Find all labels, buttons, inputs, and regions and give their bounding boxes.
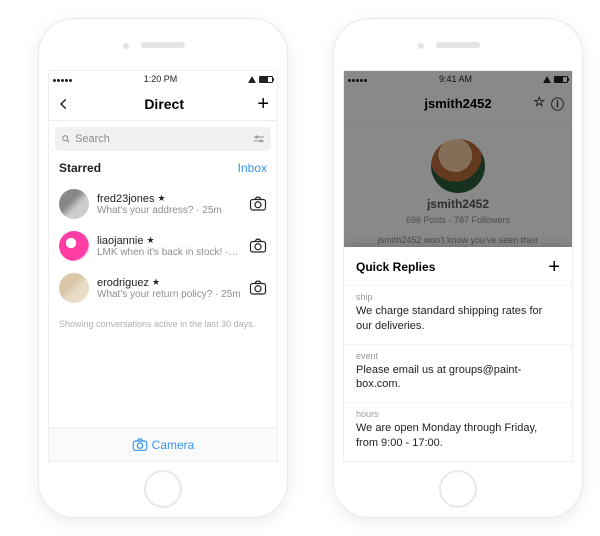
phone-camera-dot bbox=[123, 43, 129, 49]
filter-icon[interactable] bbox=[253, 134, 265, 144]
camera-icon[interactable] bbox=[249, 238, 267, 254]
battery-icon bbox=[259, 76, 273, 83]
quick-reply-shortcut: hours bbox=[356, 409, 560, 419]
camera-icon bbox=[132, 438, 148, 452]
conversation-row[interactable]: liaojannie★ LMK when it's back in stock!… bbox=[49, 225, 277, 267]
inbox-link[interactable]: Inbox bbox=[238, 161, 267, 175]
search-icon bbox=[61, 134, 71, 144]
avatar bbox=[59, 273, 89, 303]
quick-reply-item[interactable]: ship We charge standard shipping rates f… bbox=[344, 285, 572, 344]
quick-reply-item[interactable]: event Please email us at groups@paint-bo… bbox=[344, 344, 572, 403]
compose-icon[interactable]: + bbox=[257, 94, 269, 114]
quick-reply-shortcut: event bbox=[356, 351, 560, 361]
star-icon: ★ bbox=[152, 277, 160, 288]
avatar bbox=[59, 231, 89, 261]
quick-replies-sheet: Quick Replies + ship We charge standard … bbox=[344, 247, 572, 461]
phone-camera-dot bbox=[418, 43, 424, 49]
screen-direct: 1:20 PM Direct + Search Starred Inbox bbox=[48, 70, 278, 462]
home-button[interactable] bbox=[144, 470, 182, 508]
username: fred23jones★ bbox=[97, 193, 241, 205]
status-time: 1:20 PM bbox=[144, 74, 178, 84]
star-icon: ★ bbox=[158, 193, 166, 204]
quick-reply-text: We are open Monday through Friday, from … bbox=[356, 421, 560, 451]
page-title: Direct bbox=[144, 96, 184, 112]
status-bar: 1:20 PM bbox=[49, 71, 277, 87]
username: liaojannie★ bbox=[97, 235, 241, 247]
wifi-icon bbox=[248, 76, 256, 83]
phone-direct: 1:20 PM Direct + Search Starred Inbox bbox=[38, 18, 288, 518]
quick-reply-text: We charge standard shipping rates for ou… bbox=[356, 304, 560, 334]
camera-label: Camera bbox=[152, 438, 195, 452]
phone-quick-replies: 9:41 AM jsmith2452 ☆ ⓘ jsmith2452 696 Po… bbox=[333, 18, 583, 518]
camera-button[interactable]: Camera bbox=[49, 427, 277, 461]
search-input[interactable]: Search bbox=[55, 127, 271, 151]
message-preview: LMK when it's back in stock! · 25m bbox=[97, 247, 241, 258]
home-button[interactable] bbox=[439, 470, 477, 508]
quick-reply-item[interactable]: hours We are open Monday through Friday,… bbox=[344, 402, 572, 461]
phone-speaker bbox=[141, 42, 185, 48]
conversation-row[interactable]: erodriguez★ What's your return policy? ·… bbox=[49, 267, 277, 309]
conversation-row[interactable]: fred23jones★ What's your address? · 25m bbox=[49, 183, 277, 225]
add-reply-icon[interactable]: + bbox=[548, 257, 560, 277]
camera-icon[interactable] bbox=[249, 196, 267, 212]
message-preview: What's your address? · 25m bbox=[97, 205, 241, 216]
header: Direct + bbox=[49, 87, 277, 121]
star-icon: ★ bbox=[146, 235, 154, 246]
screen-quick-replies: 9:41 AM jsmith2452 ☆ ⓘ jsmith2452 696 Po… bbox=[343, 70, 573, 462]
back-icon[interactable] bbox=[57, 97, 71, 111]
search-placeholder: Search bbox=[75, 133, 110, 145]
username: erodriguez★ bbox=[97, 277, 241, 289]
phone-speaker bbox=[436, 42, 480, 48]
sheet-title: Quick Replies bbox=[356, 260, 435, 274]
section-title: Starred bbox=[59, 161, 101, 175]
signal-icon bbox=[53, 74, 73, 84]
avatar bbox=[59, 189, 89, 219]
footer-note: Showing conversations active in the last… bbox=[49, 309, 277, 339]
quick-reply-shortcut: ship bbox=[356, 292, 560, 302]
quick-reply-text: Please email us at groups@paint-box.com. bbox=[356, 363, 560, 393]
message-preview: What's your return policy? · 25m bbox=[97, 289, 241, 300]
section-header: Starred Inbox bbox=[49, 157, 277, 183]
camera-icon[interactable] bbox=[249, 280, 267, 296]
